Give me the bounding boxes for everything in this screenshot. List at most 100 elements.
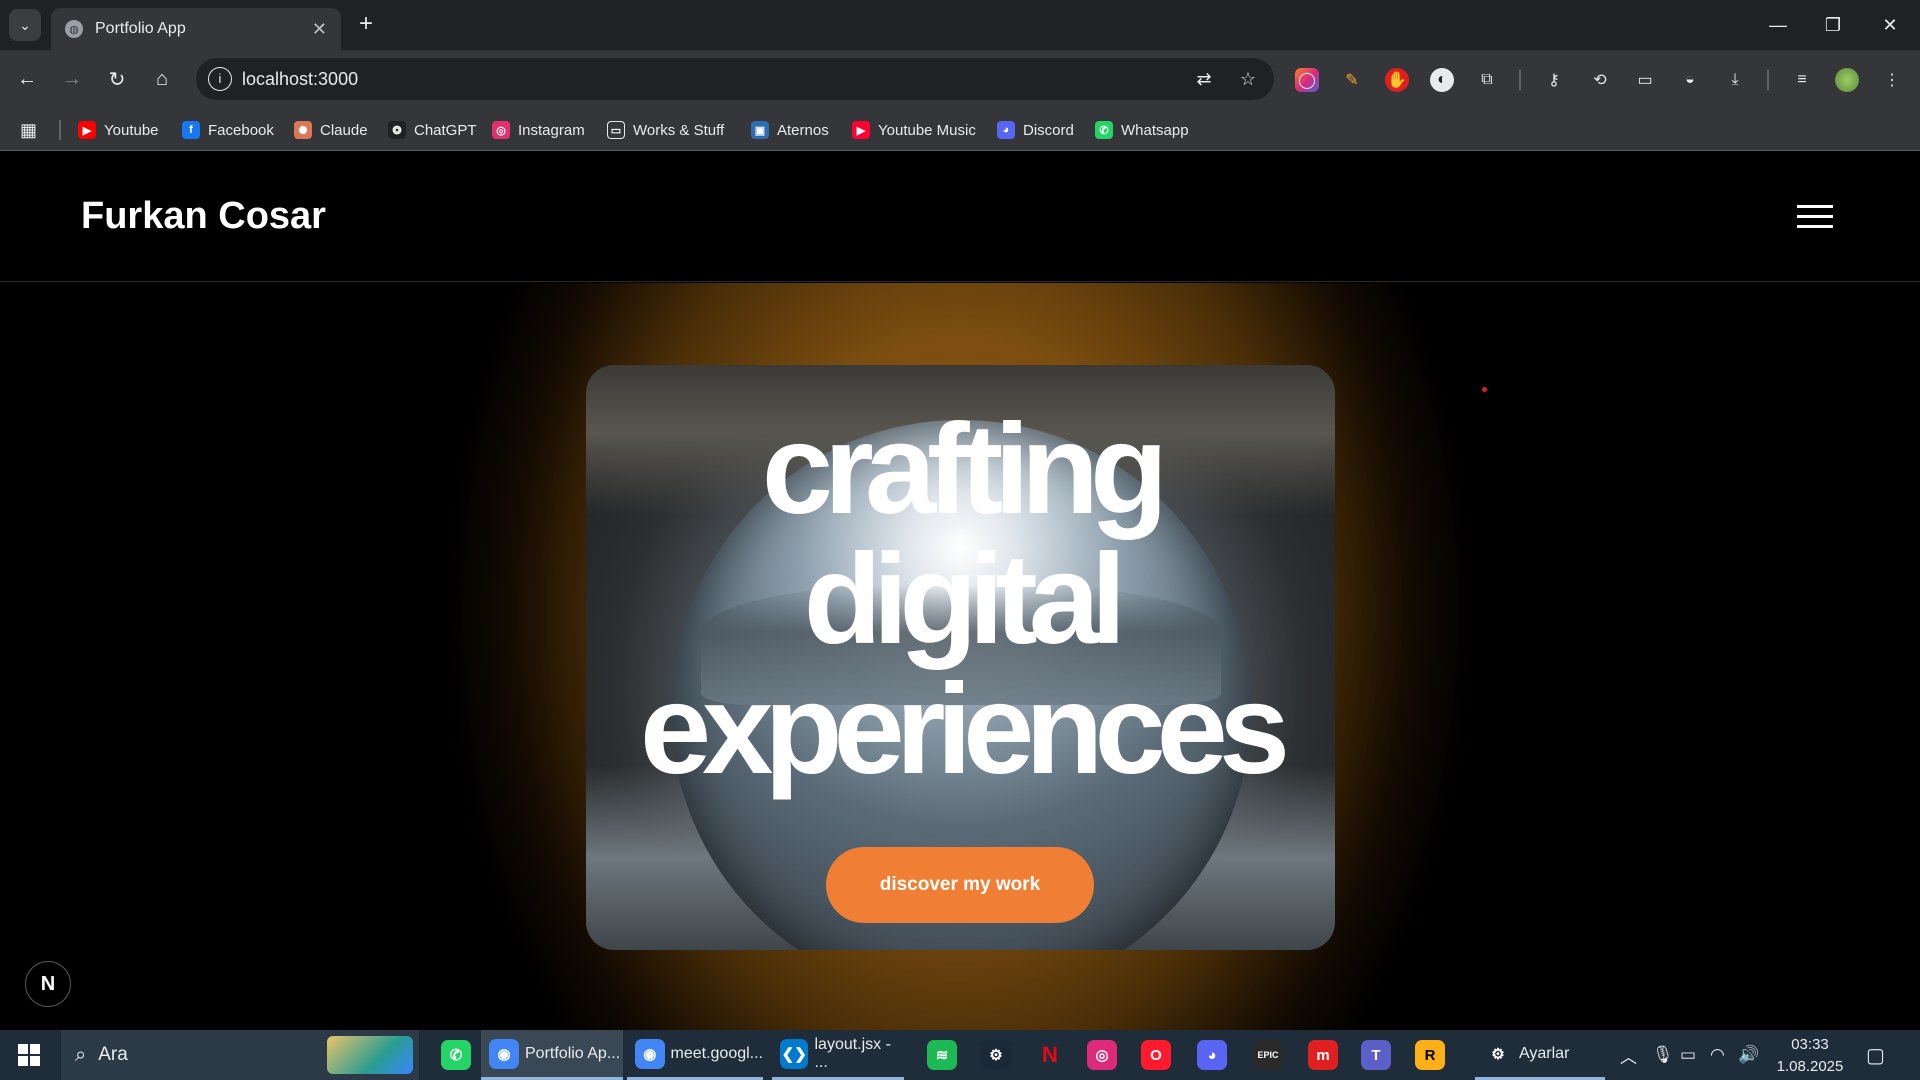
- hero-section: crafting digital experiences discover my…: [0, 283, 1920, 1030]
- search-highlight-art: [327, 1036, 413, 1074]
- reload-icon: ↻: [108, 68, 126, 91]
- windows-taskbar: ⌕ Ara ✆ ◉ Portfolio Ap... ◉ meet.googl... ❮❯ l…: [0, 1030, 1920, 1080]
- rockstar-icon: R: [1415, 1040, 1445, 1070]
- site-info-icon[interactable]: i: [208, 67, 232, 91]
- bookmark-item[interactable]: f Facebook: [182, 117, 274, 143]
- taskbar-app-label: Portfolio Ap...: [525, 1044, 621, 1062]
- windows-logo-icon: [18, 1044, 40, 1066]
- steam-icon: ⚙: [981, 1040, 1011, 1070]
- netflix-icon: N: [1035, 1040, 1065, 1070]
- restore-button[interactable]: ❐: [1805, 0, 1861, 50]
- bookmark-item[interactable]: ▭ Works & Stuff: [607, 117, 724, 143]
- taskbar-app[interactable]: O: [1136, 1030, 1176, 1080]
- bookmark-item[interactable]: ◎ Instagram: [492, 117, 585, 143]
- taskbar-app[interactable]: R: [1410, 1030, 1450, 1080]
- taskbar-app[interactable]: ⚙ Ayarlar: [1475, 1030, 1605, 1080]
- facebook-icon: f: [182, 121, 200, 139]
- discord-icon: ◕: [1197, 1040, 1227, 1070]
- incognito-icon[interactable]: ◒: [1678, 68, 1702, 92]
- browser-tab-active[interactable]: ◍ Portfolio App ✕: [51, 8, 341, 50]
- translate-icon[interactable]: ⇄: [1192, 67, 1216, 91]
- bookmark-item[interactable]: ▶ Youtube Music: [852, 117, 976, 143]
- discover-work-button[interactable]: discover my work: [826, 847, 1094, 923]
- apps-grid-button[interactable]: ▦: [20, 117, 37, 143]
- bookmark-label: ChatGPT: [414, 121, 477, 139]
- settings-icon: ⚙: [1483, 1038, 1513, 1069]
- browser-tab-strip: ⌄ ◍ Portfolio App ✕ + — ❐ ✕: [0, 0, 1920, 50]
- taskbar-app-label: Ayarlar: [1519, 1044, 1570, 1062]
- notifications-icon[interactable]: ▢: [1866, 1030, 1885, 1080]
- password-key-icon[interactable]: ⚷: [1542, 68, 1566, 92]
- site-brand[interactable]: Furkan Cosar: [81, 195, 326, 238]
- apps-grid-icon: ▦: [20, 119, 38, 140]
- chrome-icon: ◉: [635, 1038, 665, 1069]
- home-button[interactable]: ⌂: [145, 62, 179, 96]
- taskbar-app[interactable]: T: [1356, 1030, 1396, 1080]
- app-red-icon: m: [1308, 1040, 1338, 1070]
- taskbar-app[interactable]: m: [1303, 1030, 1343, 1080]
- tab-title: Portfolio App: [95, 20, 186, 37]
- taskbar-app[interactable]: ⚙: [976, 1030, 1016, 1080]
- circle-extension-icon[interactable]: ◐: [1430, 68, 1454, 92]
- wifi-icon[interactable]: ◠: [1710, 1030, 1725, 1080]
- hero-headline: crafting digital experiences: [586, 405, 1335, 795]
- taskbar-app[interactable]: ❮❯ layout.jsx - ...: [772, 1030, 904, 1080]
- address-bar[interactable]: i localhost:3000 ⇄ ☆: [196, 58, 1274, 100]
- reload-button[interactable]: ↻: [100, 62, 134, 96]
- address-bar-url: localhost:3000: [242, 69, 359, 89]
- show-hidden-icons-button[interactable]: ︿: [1620, 1030, 1637, 1080]
- download-icon[interactable]: ⤓: [1723, 68, 1747, 92]
- bookmark-item[interactable]: ✆ Whatsapp: [1095, 117, 1189, 143]
- bookmark-item[interactable]: ✺ Claude: [294, 117, 368, 143]
- taskbar-app[interactable]: ◉ Portfolio Ap...: [481, 1030, 623, 1080]
- cursor-dot: [1482, 387, 1487, 392]
- toolbar-separator: [1767, 70, 1769, 90]
- bookmark-item[interactable]: ❂ ChatGPT: [388, 117, 477, 143]
- bookmark-label: Facebook: [208, 121, 274, 139]
- window-close-button[interactable]: ✕: [1862, 0, 1918, 50]
- instagram-extension-icon[interactable]: ◯: [1295, 68, 1319, 92]
- bookmark-item[interactable]: ◕ Discord: [997, 117, 1074, 143]
- profile-avatar[interactable]: [1835, 68, 1859, 92]
- taskbar-app[interactable]: ≋: [922, 1030, 962, 1080]
- opera-icon: O: [1141, 1040, 1171, 1070]
- taskbar-app[interactable]: ◎: [1082, 1030, 1122, 1080]
- toolbar-separator: [1519, 70, 1521, 90]
- new-tab-button[interactable]: +: [352, 10, 380, 38]
- nextjs-dev-badge[interactable]: N: [25, 961, 71, 1007]
- history-icon[interactable]: ⟲: [1588, 68, 1612, 92]
- site-header: Furkan Cosar: [0, 151, 1920, 282]
- forward-button[interactable]: →: [55, 62, 89, 96]
- taskbar-app[interactable]: EPIC: [1248, 1030, 1288, 1080]
- minimize-button[interactable]: —: [1750, 0, 1806, 50]
- aternos-icon: ▣: [751, 121, 769, 139]
- start-button[interactable]: [0, 1030, 58, 1080]
- bookmark-item[interactable]: ▣ Aternos: [751, 117, 829, 143]
- taskbar-search[interactable]: ⌕ Ara: [61, 1030, 419, 1080]
- close-icon[interactable]: ✕: [312, 19, 327, 40]
- microphone-icon[interactable]: 🎙: [1652, 1030, 1674, 1080]
- hamburger-menu-icon[interactable]: [1797, 205, 1835, 229]
- extensions-puzzle-icon[interactable]: ⧉: [1475, 68, 1499, 92]
- vscode-icon: ❮❯: [780, 1038, 809, 1069]
- volume-icon[interactable]: 🔊: [1738, 1030, 1759, 1080]
- taskbar-app[interactable]: ◕: [1192, 1030, 1232, 1080]
- taskbar-app[interactable]: ◉ meet.googl...: [627, 1030, 763, 1080]
- youtube-music-icon: ▶: [852, 121, 870, 139]
- back-button[interactable]: ←: [10, 62, 44, 96]
- taskbar-app[interactable]: ✆: [436, 1030, 476, 1080]
- bookmark-label: Whatsapp: [1121, 121, 1189, 139]
- epic-games-icon: EPIC: [1253, 1040, 1283, 1070]
- bookmark-item[interactable]: ▶ Youtube: [78, 117, 159, 143]
- pen-extension-icon[interactable]: ✎: [1340, 68, 1364, 92]
- taskbar-clock[interactable]: 03:33 1.08.2025: [1758, 1034, 1862, 1078]
- star-icon[interactable]: ☆: [1236, 67, 1260, 91]
- menu-kebab-icon[interactable]: ⋮: [1880, 68, 1904, 92]
- battery-icon[interactable]: ▭: [1680, 1030, 1696, 1080]
- tab-search-button[interactable]: ⌄: [9, 9, 41, 41]
- cast-icon[interactable]: ▭: [1633, 68, 1657, 92]
- media-queue-icon[interactable]: ≡: [1790, 68, 1814, 92]
- taskbar-app[interactable]: N: [1030, 1030, 1070, 1080]
- block-extension-icon[interactable]: ✋: [1385, 68, 1409, 92]
- headline-line: digital: [803, 528, 1127, 671]
